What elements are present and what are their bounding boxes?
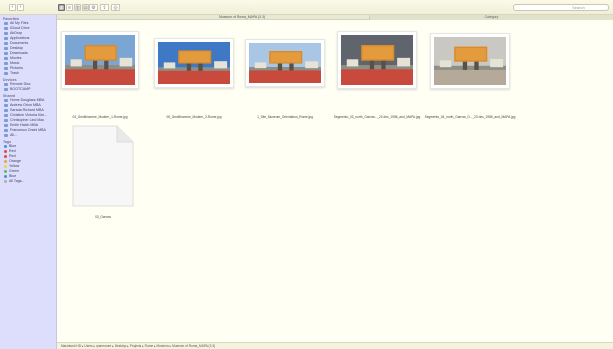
path-breadcrumb[interactable]: Macintosh HD ▸ Users ▸ ryanmoore ▸ Deskt… [61,344,215,349]
file-thumbnail[interactable] [337,31,417,89]
music-icon [4,62,8,65]
cover-flow-button[interactable]: ▤ [82,4,89,11]
sidebar-item[interactable]: All Tags... [0,179,56,184]
photo-preview [65,35,135,85]
column-view-button[interactable]: ▥ [74,4,81,11]
tag-dot-icon [4,145,7,148]
icon-view-button[interactable]: ▦ [58,4,65,11]
file-grid: 03_Gentilhomme_Modern_1-Rome.jpg 05_Genti… [57,21,613,342]
file-name[interactable]: Segmento_03_north_Garrow..._20 dec_1986_… [327,115,427,119]
downloads-icon [4,52,8,55]
file-name[interactable]: 03_Gentilhomme_Modern_1-Rome.jpg [50,115,150,119]
nav-buttons: ‹ › [9,4,24,11]
file-name[interactable]: Segmento_04_north_Garrow_D..._20 dec_198… [420,115,520,119]
applications-icon [4,37,8,40]
photo-preview [158,42,230,84]
disc-icon [4,83,8,86]
network-icon [4,134,8,137]
tag-dot-icon [4,175,7,178]
computer-icon [4,99,8,102]
column-header[interactable]: Category [369,15,613,20]
window-title: Museum of Roma_MAPA (3 3) [219,15,265,19]
sidebar-item-label: All Tags... [9,179,25,183]
computer-icon [4,129,8,132]
file-thumbnail[interactable] [430,33,510,89]
toolbar: ‹ › ▦ ≡ ▥ ▤ ⚙ ⇪ ◎ Search [0,0,613,15]
airdrop-icon [4,32,8,35]
file-name[interactable]: 03_Garrow [53,215,153,219]
column-header-label: Category [484,15,499,19]
blank-file-icon [72,125,134,207]
photo-preview [434,37,506,85]
tag-dot-icon [4,150,7,153]
pictures-icon [4,67,8,70]
computer-icon [4,104,8,107]
photo-preview [249,43,321,83]
computer-icon [4,114,8,117]
gear-icon[interactable]: ⚙ [89,4,98,11]
file-thumbnail[interactable] [154,38,234,88]
view-switcher: ▦ ≡ ▥ ▤ [58,4,89,11]
movies-icon [4,57,8,60]
sidebar: Favorites All My Files iCloud Drive AirDrop… [0,15,57,349]
file-name[interactable]: 1_Site_Museum_Orientation_Rome.jpg [235,115,335,119]
desktop-icon [4,47,8,50]
tag-dot-icon [4,170,7,173]
sidebar-item-label: BOOTCAMP [10,87,31,91]
computer-icon [4,109,8,112]
photo-preview [341,35,413,85]
status-bar: Macintosh HD ▸ Users ▸ ryanmoore ▸ Deskt… [57,342,613,349]
documents-icon [4,42,8,45]
finder-window: ‹ › ▦ ≡ ▥ ▤ ⚙ ⇪ ◎ Search Museum of Roma_… [0,0,613,349]
back-button[interactable]: ‹ [9,4,16,11]
cloud-icon [4,27,8,30]
tag-dot-icon [4,180,7,183]
tag-icon[interactable]: ◎ [111,4,120,11]
tag-dot-icon [4,165,7,168]
forward-button[interactable]: › [17,4,24,11]
file-name[interactable]: 05_Gentilhomme_Modern_2-Rome.jpg [144,115,244,119]
list-view-button[interactable]: ≡ [66,4,73,11]
sidebar-item-label: All... [10,133,17,137]
sidebar-item-label: Trash [10,71,20,75]
tag-dot-icon [4,155,7,158]
trash-icon [4,72,8,75]
share-icon[interactable]: ⇪ [100,4,109,11]
all-files-icon [4,22,8,25]
drive-icon [4,88,8,91]
document-icon[interactable] [71,124,135,208]
action-buttons: ⚙ ⇪ ◎ [89,4,120,11]
file-thumbnail[interactable] [245,39,325,87]
search-input[interactable]: Search [513,4,609,11]
tag-dot-icon [4,160,7,163]
file-thumbnail[interactable] [61,31,139,89]
computer-icon [4,119,8,122]
path-title-bar: Museum of Roma_MAPA (3 3) Category [57,15,613,20]
computer-icon [4,124,8,127]
